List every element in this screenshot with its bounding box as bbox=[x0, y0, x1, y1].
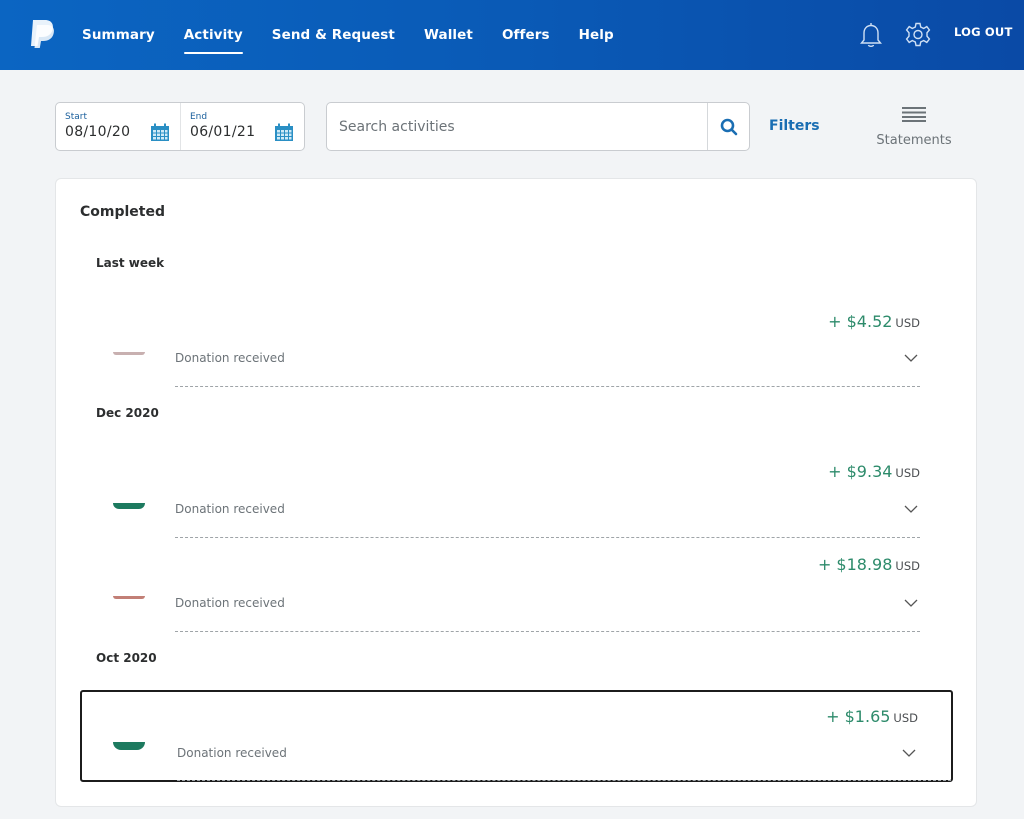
group-label-last-week: Last week bbox=[96, 256, 165, 270]
merchant-logo-mark bbox=[113, 596, 145, 599]
chevron-down-icon[interactable] bbox=[904, 354, 918, 363]
nav-activity[interactable]: Activity bbox=[183, 0, 243, 70]
merchant-avatar bbox=[107, 333, 151, 377]
merchant-logo-mark bbox=[113, 503, 145, 509]
search-box bbox=[326, 102, 750, 151]
row-divider bbox=[177, 780, 951, 781]
statements-label: Statements bbox=[876, 133, 952, 148]
merchant-avatar bbox=[107, 577, 151, 621]
start-date-label: Start bbox=[65, 112, 87, 122]
nav-offers[interactable]: Offers bbox=[502, 0, 550, 70]
end-date-field[interactable]: End 06/01/21 bbox=[180, 103, 304, 150]
transaction-amount: + $1.65 USD bbox=[826, 707, 918, 726]
main-nav: Summary Activity Send & Request Wallet O… bbox=[82, 0, 643, 70]
search-button[interactable] bbox=[707, 103, 749, 150]
search-input[interactable] bbox=[327, 103, 707, 150]
transaction-row[interactable]: + $18.98 USD Donation received bbox=[80, 549, 953, 634]
chevron-down-icon[interactable] bbox=[904, 599, 918, 608]
merchant-logo-mark bbox=[113, 742, 145, 750]
calendar-icon[interactable] bbox=[274, 123, 294, 142]
logout-button[interactable]: LOG OUT bbox=[954, 25, 1013, 39]
transaction-amount: + $18.98 USD bbox=[817, 555, 920, 574]
transaction-description: Donation received bbox=[175, 351, 285, 365]
row-divider bbox=[175, 537, 920, 538]
group-label-dec-2020: Dec 2020 bbox=[96, 406, 159, 420]
bell-icon[interactable] bbox=[858, 21, 884, 49]
chevron-down-icon[interactable] bbox=[904, 505, 918, 514]
nav-send-request[interactable]: Send & Request bbox=[272, 0, 395, 70]
statements-button[interactable]: Statements bbox=[868, 106, 960, 148]
transaction-row[interactable]: + $1.65 USD Donation received bbox=[80, 690, 953, 782]
gear-icon[interactable] bbox=[905, 21, 931, 49]
nav-help[interactable]: Help bbox=[579, 0, 614, 70]
transaction-amount: + $9.34 USD bbox=[828, 462, 920, 481]
transaction-description: Donation received bbox=[177, 746, 287, 760]
row-divider bbox=[175, 631, 920, 632]
menu-lines-icon bbox=[902, 107, 926, 122]
chevron-down-icon[interactable] bbox=[902, 749, 916, 758]
merchant-logo-mark bbox=[113, 352, 145, 355]
top-navigation-bar: Summary Activity Send & Request Wallet O… bbox=[0, 0, 1024, 70]
date-range-picker: Start 08/10/20 End 06/01/21 bbox=[55, 102, 305, 151]
nav-wallet[interactable]: Wallet bbox=[424, 0, 473, 70]
row-divider bbox=[175, 386, 920, 387]
transaction-amount: + $4.52 USD bbox=[828, 312, 920, 331]
nav-summary[interactable]: Summary bbox=[82, 0, 155, 70]
calendar-icon[interactable] bbox=[150, 123, 170, 142]
end-date-label: End bbox=[190, 112, 208, 122]
paypal-logo[interactable] bbox=[28, 19, 56, 49]
search-icon bbox=[720, 118, 737, 135]
merchant-avatar bbox=[107, 712, 151, 756]
merchant-avatar bbox=[107, 484, 151, 528]
filters-button[interactable]: Filters bbox=[769, 118, 820, 134]
transaction-description: Donation received bbox=[175, 596, 285, 610]
start-date-field[interactable]: Start 08/10/20 bbox=[56, 103, 180, 150]
section-title-completed: Completed bbox=[80, 204, 166, 220]
activity-card: Completed Last week + $4.52 USD Donation … bbox=[55, 178, 977, 807]
transaction-row[interactable]: + $4.52 USD Donation received bbox=[80, 304, 953, 389]
transaction-description: Donation received bbox=[175, 502, 285, 516]
transaction-row[interactable]: + $9.34 USD Donation received bbox=[80, 454, 953, 539]
group-label-oct-2020: Oct 2020 bbox=[96, 651, 157, 665]
